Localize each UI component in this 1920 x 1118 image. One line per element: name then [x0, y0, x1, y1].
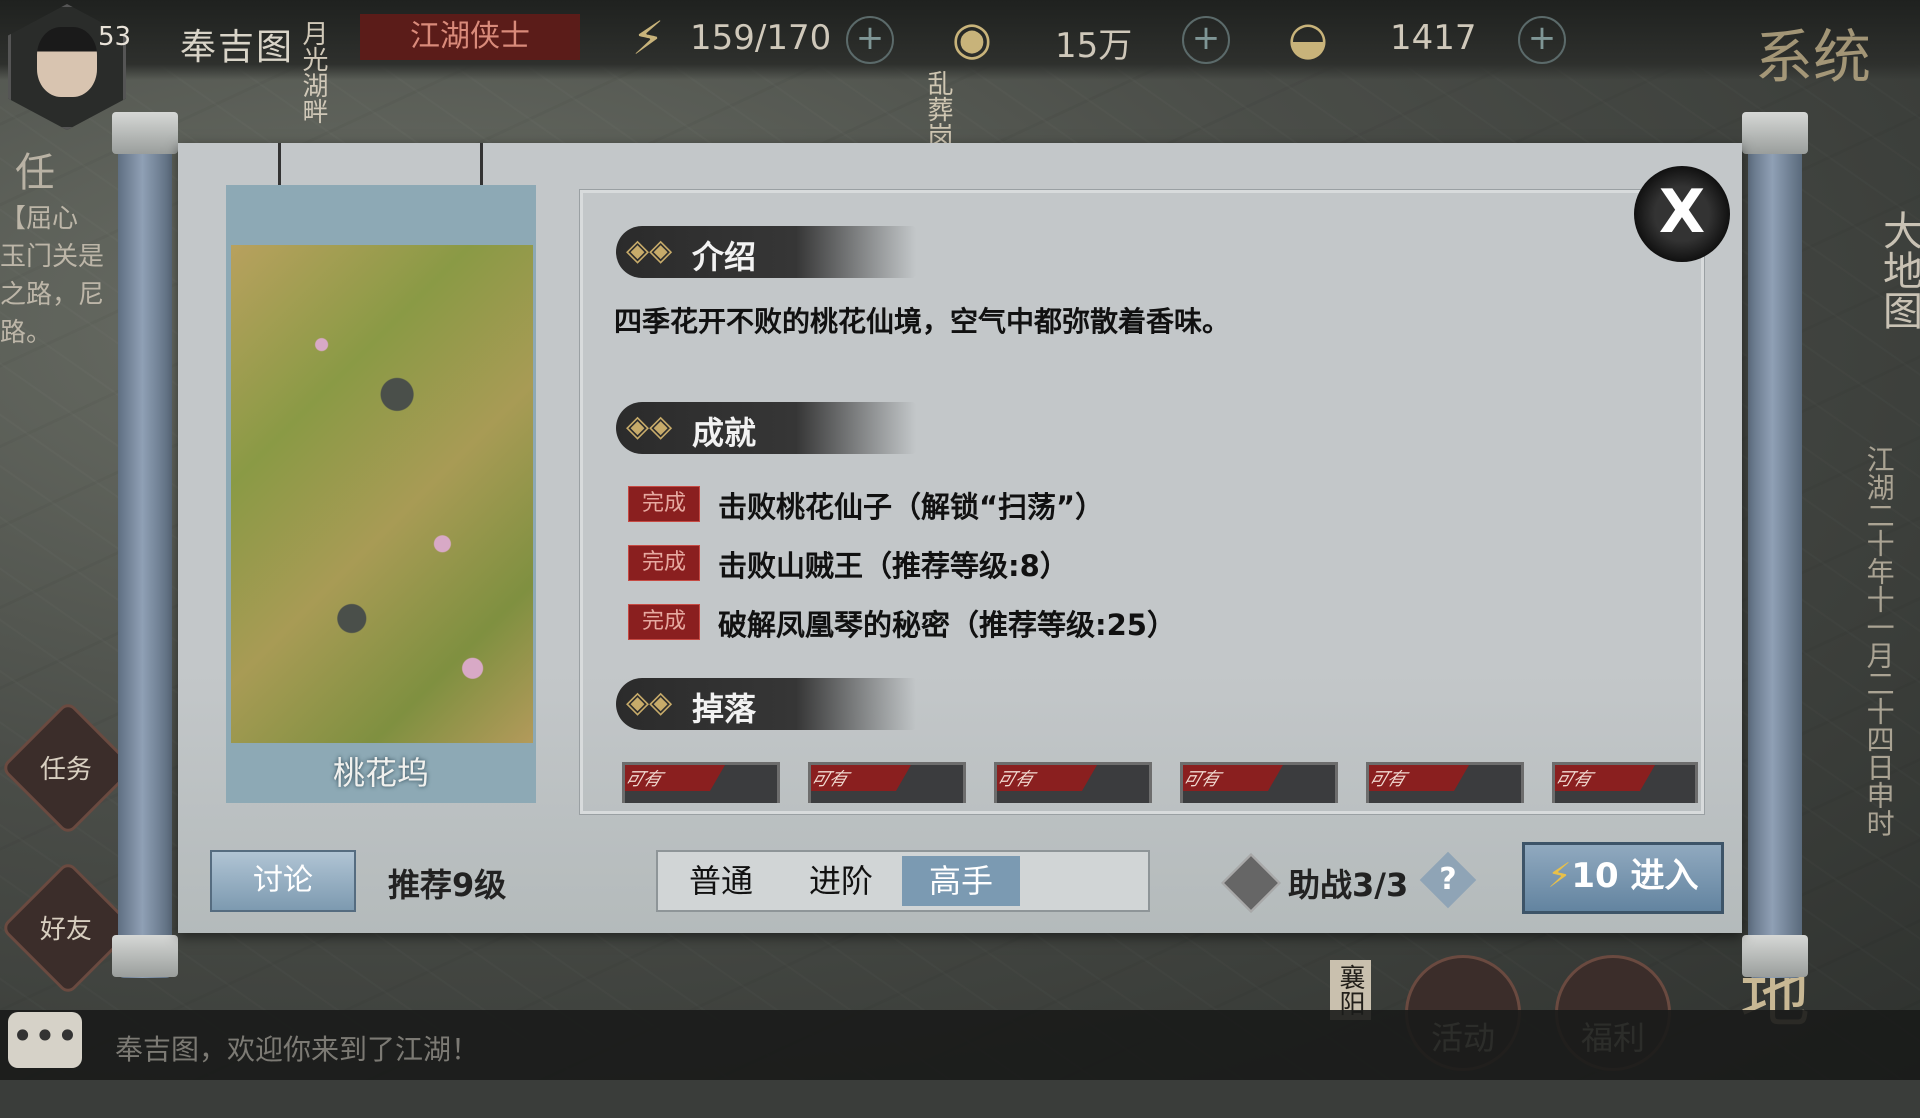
achievements-header: ◈◈ 成就	[616, 402, 916, 454]
map-tag-moonlake: 月光湖畔	[298, 20, 328, 124]
game-date: 江湖二十年十一月二十四日申时	[1862, 445, 1896, 837]
roller-cap-right-top	[1742, 112, 1808, 154]
enter-button[interactable]: ⚡10 进入	[1522, 842, 1724, 914]
achievement-text: 破解凤凰琴的秘密（推荐等级:25）	[718, 608, 1176, 642]
enter-cost: 10	[1571, 856, 1619, 896]
chat-message: 奉吉图，欢迎你来到了江湖！	[115, 1033, 480, 1066]
drop-item[interactable]: 可有	[1180, 762, 1338, 803]
roller-cap-left-top	[112, 112, 178, 154]
intro-header: ◈◈ 介绍	[616, 226, 916, 278]
drops-title: 掉落	[692, 690, 757, 728]
drop-tag: 可有	[1555, 765, 1655, 791]
chat-icon[interactable]: •••	[8, 1012, 82, 1068]
scene-map-image	[231, 245, 533, 743]
achievement-status: 完成	[628, 545, 700, 581]
lightning-icon: ⚡	[1547, 856, 1572, 896]
scene-name: 桃花坞	[332, 754, 429, 792]
scroll-roller-left	[118, 118, 172, 978]
difficulty-advanced-tab[interactable]: 进阶	[782, 856, 900, 906]
map-tag-graveyard: 乱葬岗	[923, 70, 953, 148]
drops-header: ◈◈ 掉落	[616, 678, 916, 730]
add-ingots-button[interactable]: +	[1518, 16, 1566, 64]
drop-tag: 可有	[625, 765, 725, 791]
close-button[interactable]: X	[1634, 166, 1730, 262]
drop-tag: 可有	[1183, 765, 1283, 791]
drop-item[interactable]: 可有	[1552, 762, 1698, 803]
ingots-value: 1417	[1390, 18, 1477, 58]
drop-item[interactable]: 可有	[994, 762, 1152, 803]
avatar-face	[37, 27, 97, 97]
achievement-status: 完成	[628, 486, 700, 522]
drop-tag: 可有	[1369, 765, 1469, 791]
assist-count: 助战3/3	[1288, 866, 1409, 904]
quest-panel[interactable]: 【屈心 玉门关是之路，尼路。	[0, 200, 125, 352]
achievement-text: 击败山贼王（推荐等级:8）	[718, 549, 1069, 583]
add-coins-button[interactable]: +	[1182, 16, 1230, 64]
recommended-level: 推荐9级	[388, 866, 507, 904]
player-name: 奉吉图	[180, 27, 295, 68]
drop-tag: 可有	[997, 765, 1097, 791]
help-label[interactable]: ?	[1428, 860, 1468, 900]
energy-value: 159/170	[690, 18, 832, 58]
difficulty-normal-tab[interactable]: 普通	[662, 856, 780, 906]
enter-label: 进入	[1630, 856, 1699, 896]
discuss-button[interactable]: 讨论	[210, 850, 356, 912]
drop-item[interactable]: 可有	[622, 762, 780, 803]
lightning-icon: ⚡	[631, 11, 665, 65]
intro-title: 介绍	[692, 238, 757, 276]
achievement-status: 完成	[628, 604, 700, 640]
ornament-icon: ◈◈	[626, 233, 673, 268]
achievements-title: 成就	[692, 414, 757, 452]
quest-short-label[interactable]: 任	[15, 140, 55, 198]
world-map-button[interactable]: 大地图	[1870, 210, 1920, 330]
roller-cap-right-bottom	[1742, 935, 1808, 977]
coin-icon: ◉	[951, 11, 993, 65]
scroll-roller-right	[1748, 118, 1802, 978]
add-energy-button[interactable]: +	[846, 16, 894, 64]
roller-cap-left-bottom	[112, 935, 178, 977]
difficulty-expert-tab[interactable]: 高手	[902, 856, 1020, 906]
task-button-label: 任务	[39, 755, 92, 786]
ornament-icon: ◈◈	[626, 409, 673, 444]
intro-text: 四季花开不败的桃花仙境，空气中都弥散着香味。	[614, 305, 1231, 338]
ornament-icon: ◈◈	[626, 685, 673, 720]
gold-ingot-icon: ◒	[1287, 11, 1329, 65]
achievement-text: 击败桃花仙子（解锁“扫荡”）	[718, 490, 1105, 524]
player-rank-badge: 江湖侠士	[360, 14, 580, 60]
drop-tag: 可有	[811, 765, 911, 791]
quest-title: 【屈心	[0, 204, 79, 234]
drop-item[interactable]: 可有	[1366, 762, 1524, 803]
drop-item[interactable]: 可有	[808, 762, 966, 803]
friends-button-label: 好友	[39, 915, 92, 946]
player-level: 53	[98, 22, 132, 52]
quest-desc: 玉门关是之路，尼路。	[0, 242, 105, 348]
coins-value: 15万	[1055, 26, 1133, 66]
system-button[interactable]: 系统	[1755, 10, 1871, 94]
difficulty-selector: 普通 进阶 高手	[656, 850, 1150, 912]
